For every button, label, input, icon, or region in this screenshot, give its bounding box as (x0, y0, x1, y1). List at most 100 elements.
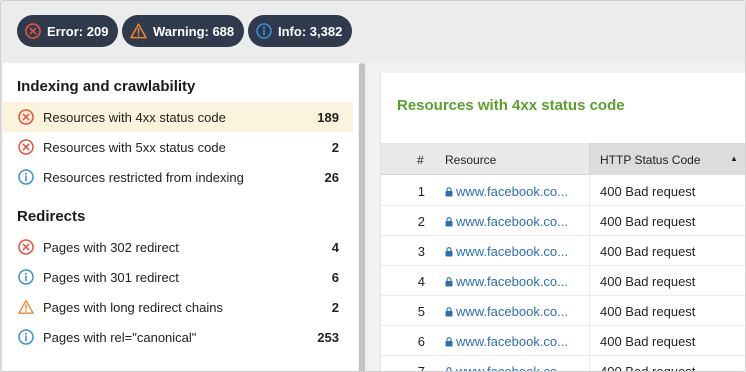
issue-label: Resources with 5xx status code (43, 139, 226, 155)
error-icon (25, 23, 41, 39)
column-divider (589, 356, 590, 371)
issue-item-long-chains[interactable]: Pages with long redirect chains 2 (3, 292, 353, 322)
table-row: 3 www.facebook.co... 400 Bad request (381, 236, 745, 266)
sort-asc-icon[interactable]: ▲ (730, 154, 738, 163)
table-row: 5 www.facebook.co... 400 Bad request (381, 296, 745, 326)
warning-count-label: Warning: 688 (153, 23, 235, 39)
issue-label: Pages with 301 redirect (43, 269, 179, 285)
error-icon (18, 239, 34, 255)
info-icon (256, 23, 272, 39)
resource-link[interactable]: www.facebook.co... (445, 364, 568, 372)
resource-link[interactable]: www.facebook.co... (445, 334, 568, 349)
row-number: 1 (417, 184, 425, 199)
issue-label: Resources restricted from indexing (43, 169, 244, 185)
table-row: 1 www.facebook.co... 400 Bad request (381, 176, 745, 206)
status-code: 400 Bad request (600, 334, 696, 349)
resource-url: www.facebook.co... (456, 364, 568, 372)
resource-url: www.facebook.co... (456, 334, 568, 349)
resource-url: www.facebook.co... (456, 274, 568, 289)
table-row: 7 www.facebook.co... 400 Bad request (381, 356, 745, 372)
column-divider (589, 296, 590, 326)
issue-count: 189 (317, 109, 339, 125)
column-divider (589, 236, 590, 266)
issue-count: 4 (331, 239, 339, 255)
lock-icon (445, 336, 453, 347)
row-number: 3 (417, 244, 425, 259)
issue-count: 253 (317, 329, 339, 345)
column-divider (589, 266, 590, 296)
resource-link[interactable]: www.facebook.co... (445, 184, 568, 199)
warning-icon (18, 299, 34, 315)
issue-item-canonical[interactable]: Pages with rel="canonical" 253 (3, 322, 353, 352)
info-icon (18, 329, 34, 345)
issue-label: Pages with 302 redirect (43, 239, 179, 255)
row-number: 5 (417, 304, 425, 319)
error-filter-pill[interactable]: Error: 209 (17, 15, 119, 47)
column-header-resource[interactable]: Resource (445, 153, 496, 167)
column-divider (589, 143, 590, 175)
lock-icon (445, 186, 453, 197)
detail-title: Resources with 4xx status code (397, 97, 625, 114)
column-header-status[interactable]: HTTP Status Code (600, 153, 701, 167)
detail-card: Resources with 4xx status code # Resourc… (380, 73, 745, 372)
resource-link[interactable]: www.facebook.co... (445, 214, 568, 229)
row-number: 7 (417, 364, 425, 372)
info-icon (18, 269, 34, 285)
app-window: Error: 209 Warning: 688 Info: 3,382 Inde… (0, 0, 746, 372)
resource-link[interactable]: www.facebook.co... (445, 274, 568, 289)
issue-count: 2 (331, 139, 339, 155)
warning-filter-pill[interactable]: Warning: 688 (122, 15, 245, 47)
table-row: 4 www.facebook.co... 400 Bad request (381, 266, 745, 296)
status-code: 400 Bad request (600, 244, 696, 259)
table-header: # Resource HTTP Status Code ▲ (381, 143, 745, 175)
issue-detail-panel: Resources with 4xx status code # Resourc… (367, 63, 745, 372)
resource-url: www.facebook.co... (456, 304, 568, 319)
info-icon (18, 169, 34, 185)
issue-item-4xx[interactable]: Resources with 4xx status code 189 (3, 102, 353, 132)
lock-icon (445, 306, 453, 317)
resource-url: www.facebook.co... (456, 214, 568, 229)
warning-icon (130, 23, 147, 39)
lock-icon (445, 216, 453, 227)
lock-icon (445, 276, 453, 287)
status-code: 400 Bad request (600, 214, 696, 229)
resource-link[interactable]: www.facebook.co... (445, 304, 568, 319)
row-number: 6 (417, 334, 425, 349)
table-row: 2 www.facebook.co... 400 Bad request (381, 206, 745, 236)
status-code: 400 Bad request (600, 184, 696, 199)
issue-item-restricted[interactable]: Resources restricted from indexing 26 (3, 162, 353, 192)
issue-item-302[interactable]: Pages with 302 redirect 4 (3, 232, 353, 262)
table-row: 6 www.facebook.co... 400 Bad request (381, 326, 745, 356)
row-number: 4 (417, 274, 425, 289)
resource-link[interactable]: www.facebook.co... (445, 244, 568, 259)
issue-count: 6 (331, 269, 339, 285)
section-title-indexing: Indexing and crawlability (17, 78, 196, 95)
column-divider (589, 326, 590, 356)
section-title-redirects: Redirects (17, 208, 86, 225)
row-number: 2 (417, 214, 425, 229)
issue-item-5xx[interactable]: Resources with 5xx status code 2 (3, 132, 353, 162)
error-icon (18, 139, 34, 155)
info-filter-pill[interactable]: Info: 3,382 (248, 15, 353, 47)
column-divider (589, 206, 590, 236)
issues-list-panel: Indexing and crawlability Resources with… (3, 63, 366, 371)
error-icon (18, 109, 34, 125)
status-code: 400 Bad request (600, 364, 696, 372)
issue-label: Resources with 4xx status code (43, 109, 226, 125)
status-code: 400 Bad request (600, 274, 696, 289)
scrollbar-thumb[interactable] (359, 63, 365, 371)
lock-icon (445, 246, 453, 257)
issue-count: 26 (324, 169, 339, 185)
issue-item-301[interactable]: Pages with 301 redirect 6 (3, 262, 353, 292)
issue-count: 2 (331, 299, 339, 315)
summary-bar: Error: 209 Warning: 688 Info: 3,382 (1, 1, 745, 61)
resource-url: www.facebook.co... (456, 184, 568, 199)
column-header-num[interactable]: # (417, 153, 424, 167)
issue-label: Pages with rel="canonical" (43, 329, 197, 345)
info-count-label: Info: 3,382 (278, 23, 343, 39)
column-divider (589, 176, 590, 206)
resource-url: www.facebook.co... (456, 244, 568, 259)
issue-label: Pages with long redirect chains (43, 299, 223, 315)
status-code: 400 Bad request (600, 304, 696, 319)
error-count-label: Error: 209 (47, 23, 109, 39)
